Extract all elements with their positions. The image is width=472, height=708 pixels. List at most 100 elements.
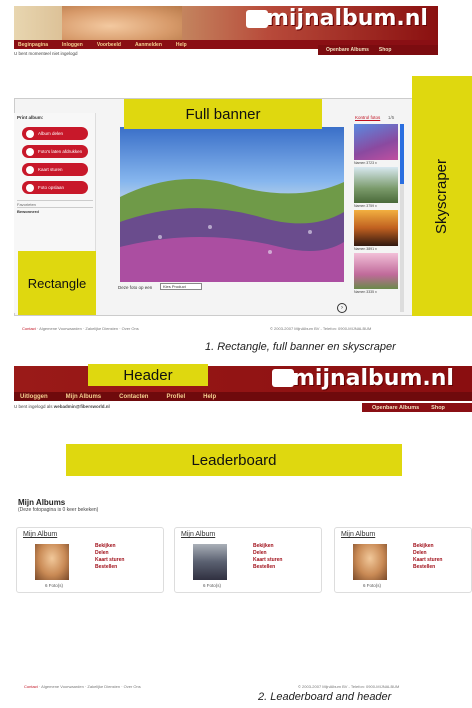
public-albums-bar-2: Openbare Albums Shop (362, 403, 472, 412)
public-albums-link-2[interactable]: Openbare Albums (372, 405, 419, 411)
album-card-count: 6 Foto(s) (203, 583, 222, 588)
share-album-button[interactable]: Album delen (22, 127, 88, 140)
login-status: U bent momenteel niet ingelogd (14, 51, 78, 56)
next-arrow-icon[interactable]: › (337, 303, 347, 313)
public-albums-bar: Openbare Albums Shop (318, 45, 438, 55)
action-send-card[interactable]: Kaart sturen (95, 557, 124, 563)
product-label: Deze foto op een (118, 285, 153, 290)
footer-links-2: Contact · Algemene Voorwaarden · Zakelij… (24, 684, 141, 689)
footer-about[interactable]: Over Ons (122, 326, 139, 331)
thumbnail-3[interactable] (354, 210, 398, 246)
action-order[interactable]: Bestellen (253, 564, 282, 570)
sidebar-favorites: Favorieten (17, 200, 93, 207)
album-card-photo[interactable] (353, 544, 387, 580)
main-nav-2: Uitloggen Mijn Albums Contacten Profiel … (14, 392, 472, 401)
action-order[interactable]: Bestellen (413, 564, 442, 570)
nav-voorbeeld[interactable]: Voorbeeld (97, 42, 121, 48)
nav-beginpagina[interactable]: Beginpagina (18, 42, 48, 48)
action-send-card[interactable]: Kaart sturen (253, 557, 282, 563)
nav-aanmelden[interactable]: Aanmelden (135, 42, 162, 48)
action-share[interactable]: Delen (413, 550, 442, 556)
action-share[interactable]: Delen (95, 550, 124, 556)
user-email: webadmin@fibersworld.nl (53, 404, 110, 409)
page-subtitle: (Deze fotopagina is 0 keer bekeken) (18, 507, 99, 513)
thumbnail-4[interactable] (354, 253, 398, 289)
nav-mijn-albums[interactable]: Mijn Albums (66, 394, 101, 400)
share-icon (26, 129, 34, 138)
public-albums-link[interactable]: Openbare Albums (326, 47, 369, 53)
ad-skyscraper-label: Skyscraper (433, 158, 451, 234)
action-view[interactable]: Bekijken (253, 543, 282, 549)
thumbnail-2[interactable] (354, 167, 398, 203)
page: mijnalbum.nl Beginpagina Inloggen Voorbe… (0, 0, 472, 708)
footer-about[interactable]: Over Ons (124, 684, 141, 689)
action-order[interactable]: Bestellen (95, 564, 124, 570)
thumb-caption-4: Namen 3335 x (354, 290, 377, 294)
thumb-scrollbar[interactable] (400, 124, 404, 312)
thumb-caption-3: Namen 3891 x (354, 247, 377, 251)
album-logo-icon (272, 369, 294, 387)
footer-business[interactable]: Zakelijke Diensten (87, 684, 120, 689)
album-card-title[interactable]: Mijn Album (181, 531, 215, 538)
nav-uitloggen[interactable]: Uitloggen (20, 394, 48, 400)
album-card-count: 6 Foto(s) (363, 583, 382, 588)
album-card-title[interactable]: Mijn Album (23, 531, 57, 538)
ad-leaderboard: Leaderboard (66, 444, 402, 476)
action-share[interactable]: Delen (253, 550, 282, 556)
print-photos-button[interactable]: Foto's laten afdrukken (22, 145, 88, 158)
copyright-2: © 2003-2007 MijnAlbum BV - Telefon: 0900… (298, 684, 400, 689)
site-logo-2[interactable]: mijnalbum.nl (292, 366, 454, 391)
product-select[interactable]: Kies Product (160, 283, 202, 290)
album-card-actions: Bekijken Delen Kaart sturen Bestellen (95, 543, 124, 570)
album-card-photo[interactable] (35, 544, 69, 580)
action-view[interactable]: Bekijken (413, 543, 442, 549)
album-card-2: Mijn Album Bekijken Delen Kaart sturen B… (174, 527, 322, 593)
album-card-actions: Bekijken Delen Kaart sturen Bestellen (413, 543, 442, 570)
thumbnail-list: Namen 3723 x Namen 3759 x Namen 3891 x N… (354, 124, 400, 312)
footer-terms[interactable]: Algemene Voorwaarden (41, 684, 84, 689)
save-icon (26, 183, 34, 192)
action-send-card[interactable]: Kaart sturen (413, 557, 442, 563)
album-card-3: Mijn Album Bekijken Delen Kaart sturen B… (334, 527, 472, 593)
login-status-2: U bent ingelogd als webadmin@fibersworld… (14, 404, 110, 409)
main-photo[interactable] (120, 127, 344, 282)
caption-2: 2. Leaderboard and header (258, 691, 392, 703)
ad-full-banner: Full banner (124, 99, 322, 129)
copyright-1: © 2003-2007 MijnAlbum BV - Telefon: 0900… (270, 326, 372, 331)
caption-1: 1. Rectangle, full banner en skyscraper (205, 341, 396, 353)
footer-contact[interactable]: Contact (24, 684, 38, 689)
print-icon (26, 147, 34, 156)
print-label: Print album: (17, 115, 44, 120)
page-title: Mijn Albums (18, 498, 66, 507)
thumbnail-1[interactable] (354, 124, 398, 160)
thumb-caption-1: Namen 3723 x (354, 161, 377, 165)
shop-link-2[interactable]: Shop (431, 405, 445, 411)
album-card-photo[interactable] (193, 544, 227, 580)
ad-header: Header (88, 364, 208, 386)
card-icon (26, 165, 34, 174)
album-card-title[interactable]: Mijn Album (341, 531, 375, 538)
nav-help[interactable]: Help (176, 42, 187, 48)
site-logo[interactable]: mijnalbum.nl (266, 6, 428, 31)
nav-contacten[interactable]: Contacten (119, 394, 148, 400)
album-card-1: Mijn Album Bekijken Delen Kaart sturen B… (16, 527, 164, 593)
nav-inloggen[interactable]: Inloggen (62, 42, 83, 48)
thumb-caption-2: Namen 3759 x (354, 204, 377, 208)
send-card-button[interactable]: Kaart sturen (22, 163, 88, 176)
thumb-count: 1/5 (388, 115, 395, 120)
album-card-actions: Bekijken Delen Kaart sturen Bestellen (253, 543, 282, 570)
footer-terms[interactable]: Algemene Voorwaarden (39, 326, 82, 331)
footer-contact[interactable]: Contact (22, 326, 36, 331)
save-photo-button[interactable]: Foto opslaan (22, 181, 88, 194)
footer-links-1: Contact · Algemene Voorwaarden · Zakelij… (22, 326, 139, 331)
scrollbar-thumb[interactable] (400, 124, 404, 184)
sidebar-bewonnerd: Bewonnerd (17, 207, 93, 214)
nav-profiel[interactable]: Profiel (166, 394, 185, 400)
thumb-header[interactable]: Kontrol fotos (355, 115, 380, 120)
footer-business[interactable]: Zakelijke Diensten (85, 326, 118, 331)
nav-help[interactable]: Help (203, 394, 216, 400)
album-card-count: 6 Foto(s) (45, 583, 64, 588)
shop-link[interactable]: Shop (379, 47, 392, 53)
album-logo-icon (246, 10, 268, 28)
action-view[interactable]: Bekijken (95, 543, 124, 549)
